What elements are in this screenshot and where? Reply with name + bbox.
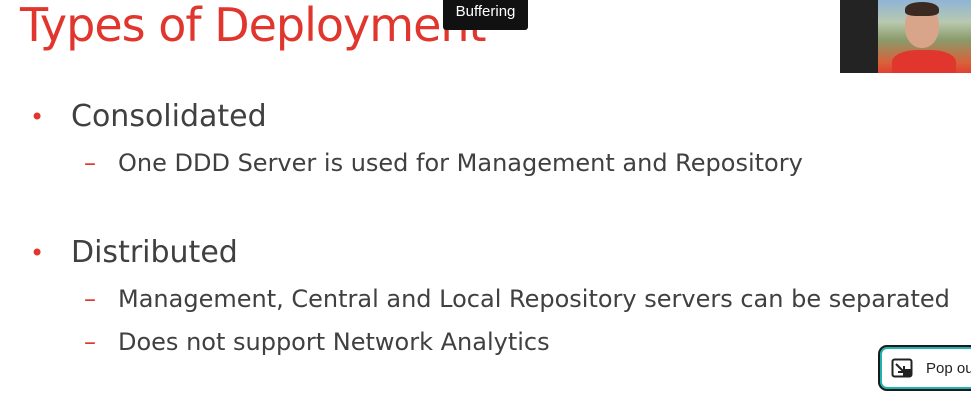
bullet-marker: • bbox=[30, 239, 45, 267]
popout-icon bbox=[891, 358, 913, 378]
sub-bullet-text: Management, Central and Local Repository… bbox=[118, 285, 950, 313]
participant-video-thumbnail[interactable] bbox=[840, 0, 971, 73]
video-letterbox bbox=[840, 0, 878, 73]
buffering-tooltip: Buffering bbox=[443, 0, 528, 30]
sub-bullet-marker: – bbox=[84, 328, 96, 356]
participant-shirt bbox=[892, 50, 956, 73]
bullet-text: Distributed bbox=[71, 235, 238, 270]
sub-bullet-marker: – bbox=[84, 285, 96, 313]
presentation-slide: Types of Deployment • Consolidated – One… bbox=[0, 0, 971, 404]
sub-bullet-text: One DDD Server is used for Management an… bbox=[118, 149, 803, 177]
bullet-marker: • bbox=[30, 103, 45, 131]
pop-out-button[interactable]: Pop out bbox=[880, 347, 971, 389]
sub-bullet-marker: – bbox=[84, 149, 96, 177]
participant-hair bbox=[905, 2, 939, 16]
bullet-text: Consolidated bbox=[71, 99, 267, 134]
pop-out-label: Pop out bbox=[926, 360, 971, 377]
sub-bullet-text: Does not support Network Analytics bbox=[118, 328, 550, 356]
slide-title: Types of Deployment bbox=[20, 0, 487, 52]
